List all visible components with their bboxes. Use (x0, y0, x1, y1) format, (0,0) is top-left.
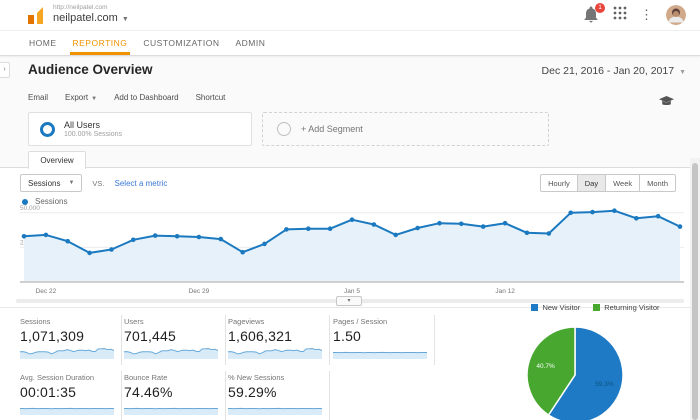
card-value: 1.50 (333, 328, 362, 344)
card-label: Avg. Session Duration (20, 373, 95, 382)
select-a-metric-link[interactable]: Select a metric (115, 179, 168, 188)
more-options-button[interactable]: ⋮ (640, 6, 653, 24)
account-selector[interactable]: neilpatel.com ▼ (53, 12, 129, 24)
granularity-control: Hourly Day Week Month (540, 174, 676, 192)
card-label: Pageviews (228, 317, 265, 326)
tab-overview[interactable]: Overview (28, 151, 86, 169)
svg-text:40.7%: 40.7% (536, 363, 555, 370)
shortcut-button[interactable]: Shortcut (196, 93, 226, 102)
chevron-down-icon: ▼ (68, 180, 75, 186)
card-value: 701,445 (124, 328, 177, 344)
card-avg-session-duration[interactable]: Avg. Session Duration 00:01:35 (18, 371, 122, 420)
nav-home[interactable]: HOME (26, 31, 60, 55)
graduation-cap-icon (659, 96, 674, 106)
sparkline (228, 407, 322, 415)
chevron-down-icon: ▼ (121, 16, 129, 23)
card-value: 00:01:35 (20, 384, 77, 400)
empty-ring-icon (277, 122, 291, 136)
google-analytics-logo-icon (28, 7, 47, 29)
card-new-sessions[interactable]: % New Sessions 59.29% (226, 371, 330, 420)
swatch-icon (531, 304, 539, 311)
apps-grid-button[interactable] (613, 6, 627, 25)
email-button[interactable]: Email (28, 93, 48, 102)
add-segment-button[interactable]: + Add Segment (262, 112, 549, 146)
nav-customization[interactable]: CUSTOMIZATION (140, 31, 222, 55)
top-account-bar: http://neilpatel.com neilpatel.com ▼ 1 ⋮ (0, 0, 700, 31)
notifications-button[interactable]: 1 (584, 3, 605, 24)
chart-expand-button[interactable]: ▾ (336, 296, 362, 306)
pie-legend: New Visitor Returning Visitor (498, 303, 693, 312)
granularity-month[interactable]: Month (639, 174, 676, 192)
notification-badge: 1 (595, 3, 605, 13)
card-value: 1,606,321 (228, 328, 293, 344)
sparkline (124, 348, 218, 359)
visitor-type-pie-chart[interactable]: 59.3% 40.7% (505, 320, 650, 420)
report-toolbar: Email Export ▼ Add to Dashboard Shortcut (28, 93, 225, 102)
card-value: 74.46% (124, 384, 173, 400)
swatch-icon (593, 304, 601, 311)
svg-text:50,000: 50,000 (20, 205, 40, 212)
user-photo-icon (666, 5, 686, 25)
sessions-line-chart[interactable]: 25,00050,000Dec 22Dec 29Jan 5Jan 12 (16, 205, 688, 297)
svg-text:Dec 22: Dec 22 (36, 288, 57, 295)
vertical-scrollbar-thumb[interactable] (692, 163, 698, 420)
vs-label: VS. (92, 178, 105, 188)
nav-admin[interactable]: ADMIN (232, 31, 268, 55)
card-sessions[interactable]: Sessions 1,071,309 (18, 315, 122, 365)
sparkline (20, 407, 114, 415)
svg-text:Dec 29: Dec 29 (189, 288, 210, 295)
export-button[interactable]: Export ▼ (65, 93, 97, 102)
card-label: % New Sessions (228, 373, 285, 382)
segment-all-users[interactable]: All Users 100.00% Sessions (28, 112, 252, 146)
card-label: Pages / Session (333, 317, 388, 326)
sparkline (333, 351, 427, 359)
legend-new-visitor: New Visitor (531, 303, 580, 312)
segment-detail: 100.00% Sessions (64, 131, 122, 138)
card-label: Bounce Rate (124, 373, 168, 382)
chevron-down-icon: ▼ (91, 96, 98, 102)
svg-text:Jan 12: Jan 12 (495, 288, 515, 295)
svg-text:Jan 5: Jan 5 (344, 288, 360, 295)
nav-reporting[interactable]: REPORTING (69, 31, 131, 55)
card-pages-per-session[interactable]: Pages / Session 1.50 (331, 315, 435, 365)
sparkline (228, 348, 322, 359)
chevron-down-icon: ▼ (679, 69, 686, 76)
legend-returning-visitor: Returning Visitor (593, 303, 660, 312)
card-label: Sessions (20, 317, 51, 326)
add-segment-label: + Add Segment (301, 124, 363, 134)
date-range-picker[interactable]: Dec 21, 2016 - Jan 20, 2017 ▼ (542, 65, 686, 77)
sidebar-expand-handle[interactable]: › (0, 62, 10, 78)
education-button[interactable] (659, 94, 674, 112)
segment-name: All Users (64, 120, 101, 130)
sparkline (124, 407, 218, 415)
granularity-hourly[interactable]: Hourly (540, 174, 578, 192)
ga-audience-overview-screen: http://neilpatel.com neilpatel.com ▼ 1 ⋮… (0, 0, 700, 420)
card-label: Users (124, 317, 144, 326)
apps-grid-icon (613, 6, 627, 19)
card-pageviews[interactable]: Pageviews 1,606,321 (226, 315, 330, 365)
add-to-dashboard-button[interactable]: Add to Dashboard (114, 93, 179, 102)
main-nav: HOME REPORTING CUSTOMIZATION ADMIN (0, 31, 700, 56)
legend-dot-icon (22, 198, 28, 205)
svg-text:59.3%: 59.3% (595, 381, 614, 388)
granularity-day[interactable]: Day (576, 174, 607, 192)
segment-ring-icon (40, 121, 55, 137)
metric-dropdown[interactable]: Sessions ▼ (20, 174, 83, 192)
card-value: 1,071,309 (20, 328, 85, 344)
card-bounce-rate[interactable]: Bounce Rate 74.46% (122, 371, 226, 420)
card-value: 59.29% (228, 384, 277, 400)
account-url: http://neilpatel.com (53, 4, 108, 11)
page-title: Audience Overview (28, 62, 153, 77)
sparkline (20, 348, 114, 359)
card-users[interactable]: Users 701,445 (122, 315, 226, 365)
avatar[interactable] (666, 5, 686, 25)
granularity-week[interactable]: Week (605, 174, 641, 192)
